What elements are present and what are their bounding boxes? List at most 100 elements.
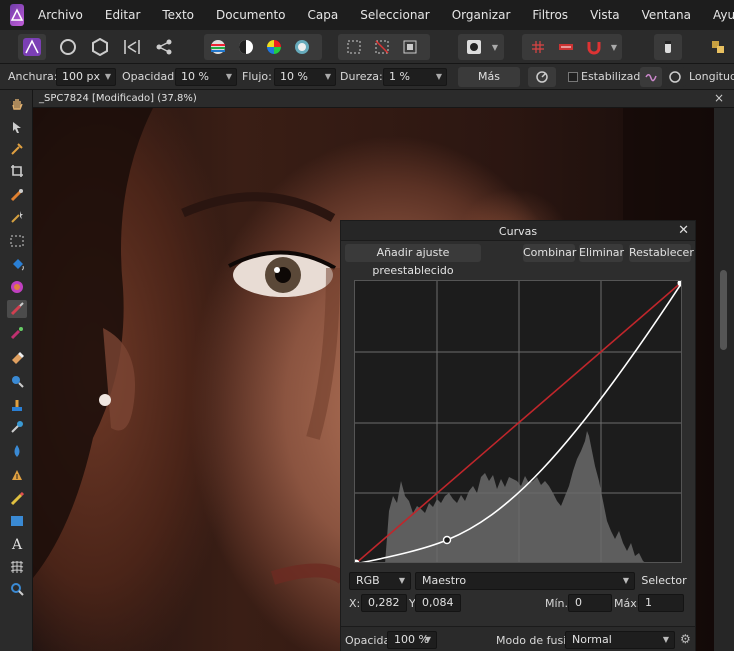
inpainting-brush-tool-icon[interactable]: [7, 418, 27, 436]
view-tool-hand-icon[interactable]: [7, 94, 27, 112]
marquee-tool-icon[interactable]: [7, 232, 27, 250]
document-title: _SPC7824 [Modificado] (37.8%): [39, 93, 197, 104]
opacity-field[interactable]: 10 % ▼: [175, 68, 237, 86]
flood-fill-tool-icon[interactable]: [7, 256, 27, 274]
blur-brush-tool-icon[interactable]: [7, 442, 27, 460]
close-document-icon[interactable]: ×: [714, 91, 724, 105]
move-tool-icon[interactable]: [7, 118, 27, 136]
scrollbar-thumb[interactable]: [720, 270, 727, 350]
menu-organizar[interactable]: Organizar: [452, 0, 511, 30]
close-icon[interactable]: ✕: [678, 223, 689, 238]
export-persona-icon[interactable]: [152, 34, 176, 60]
curve-point-selected[interactable]: [442, 535, 452, 545]
menu-archivo[interactable]: Archivo: [38, 0, 83, 30]
snapping-magnet-icon[interactable]: [582, 34, 606, 60]
clone-brush-tool-icon[interactable]: [7, 396, 27, 414]
flow-field[interactable]: 10 % ▼: [274, 68, 336, 86]
add-preset-button[interactable]: Añadir ajuste preestablecido: [345, 244, 481, 277]
rectangle-tool-icon[interactable]: [7, 512, 27, 530]
layer-opacity-field[interactable]: 100 % ▼: [387, 631, 437, 649]
hardness-label: Dureza:: [340, 70, 383, 83]
max-field[interactable]: 1: [638, 594, 684, 612]
dodge-tool-icon[interactable]: [7, 372, 27, 390]
hsl-icon[interactable]: [262, 34, 286, 60]
text-tool-icon[interactable]: A: [7, 536, 27, 554]
menu-documento[interactable]: Documento: [216, 0, 286, 30]
develop-persona-icon[interactable]: [88, 34, 112, 60]
picker-button[interactable]: Selector: [641, 572, 687, 590]
colour-space-value: RGB: [356, 574, 380, 587]
pen-tool-icon[interactable]: [7, 466, 27, 484]
merge-button[interactable]: Combinar: [523, 244, 576, 262]
gradient-tool-icon[interactable]: [7, 278, 27, 296]
x-label: X:: [349, 597, 361, 610]
menu-texto[interactable]: Texto: [162, 0, 194, 30]
erase-brush-tool-icon[interactable]: [7, 348, 27, 366]
assistant-icon[interactable]: [656, 34, 680, 60]
pressure-button[interactable]: [528, 67, 556, 87]
mesh-warp-tool-icon[interactable]: [7, 558, 27, 576]
quick-mask-dropdown-icon[interactable]: ▼: [488, 34, 502, 60]
width-label: Anchura:: [8, 70, 58, 83]
x-field[interactable]: 0,282: [361, 594, 407, 612]
selection-brush-tool-icon[interactable]: [7, 186, 27, 204]
min-field[interactable]: 0: [568, 594, 612, 612]
earring: [99, 394, 111, 406]
more-button[interactable]: Más: [458, 67, 520, 87]
opacity-value: 10 %: [181, 70, 209, 83]
crop-tool-icon[interactable]: [7, 162, 27, 180]
deselect-icon[interactable]: [370, 34, 394, 60]
invert-selection-icon[interactable]: [398, 34, 422, 60]
flow-label: Flujo:: [242, 70, 272, 83]
color-replacement-tool-icon[interactable]: [7, 324, 27, 342]
flood-select-tool-icon[interactable]: [7, 208, 27, 226]
context-toolbar: Anchura: 100 px ▼ Opacidad: 10 % ▼ Flujo…: [0, 64, 734, 90]
grid-icon[interactable]: [526, 34, 550, 60]
colour-space-select[interactable]: RGB ▼: [349, 572, 411, 590]
zoom-tool-icon[interactable]: [7, 580, 27, 598]
rope-mode-icon[interactable]: [640, 67, 662, 87]
menu-bar: Archivo Editar Texto Documento Capa Sele…: [0, 0, 734, 30]
document-tab[interactable]: _SPC7824 [Modificado] (37.8%) ×: [33, 90, 734, 108]
hardness-value: 1 %: [389, 70, 410, 83]
blend-mode-select[interactable]: Normal ▼: [565, 631, 675, 649]
liquify-persona-icon[interactable]: [56, 34, 80, 60]
marquee-selection-icon[interactable]: [342, 34, 366, 60]
length-label: Longitud:: [689, 70, 734, 83]
curves-graph[interactable]: [354, 280, 682, 563]
menu-seleccionar[interactable]: Seleccionar: [360, 0, 429, 30]
chevron-down-icon: ▼: [398, 576, 405, 585]
menu-filtros[interactable]: Filtros: [532, 0, 568, 30]
menu-ventana[interactable]: Ventana: [642, 0, 691, 30]
white-balance-icon[interactable]: [290, 34, 314, 60]
hardness-field[interactable]: 1 % ▼: [383, 68, 447, 86]
guides-icon[interactable]: [554, 34, 578, 60]
arrange-icon[interactable]: [706, 34, 730, 60]
quick-mask-icon[interactable]: [462, 34, 486, 60]
y-value: 0,084: [422, 596, 454, 609]
stabilizer-checkbox[interactable]: [568, 72, 578, 82]
menu-capa[interactable]: Capa: [308, 0, 339, 30]
canvas-vertical-scrollbar[interactable]: [714, 108, 734, 651]
affinity-photo-logo-icon: [10, 4, 24, 26]
levels-icon[interactable]: [206, 34, 230, 60]
pencil-tool-icon[interactable]: [7, 490, 27, 508]
y-field[interactable]: 0,084: [415, 594, 461, 612]
window-mode-icon[interactable]: [664, 67, 686, 87]
tone-mapping-persona-icon[interactable]: [120, 34, 144, 60]
menu-editar[interactable]: Editar: [105, 0, 141, 30]
paint-brush-tool-icon[interactable]: [7, 300, 27, 318]
photo-persona-icon[interactable]: [18, 34, 46, 60]
chevron-down-icon: ▼: [662, 635, 669, 644]
menu-vista[interactable]: Vista: [590, 0, 620, 30]
menu-ayuda[interactable]: Ayuda: [713, 0, 734, 30]
delete-button[interactable]: Eliminar: [579, 244, 624, 262]
black-white-icon[interactable]: [234, 34, 258, 60]
color-picker-tool-icon[interactable]: [7, 140, 27, 158]
reset-button[interactable]: Restablecer: [629, 244, 694, 262]
channel-select[interactable]: Maestro ▼: [415, 572, 635, 590]
snapping-dropdown-icon[interactable]: ▼: [607, 34, 621, 60]
curves-header[interactable]: Curvas ✕: [341, 221, 695, 241]
gear-icon[interactable]: ⚙: [680, 632, 691, 646]
width-field[interactable]: 100 px ▼: [56, 68, 116, 86]
